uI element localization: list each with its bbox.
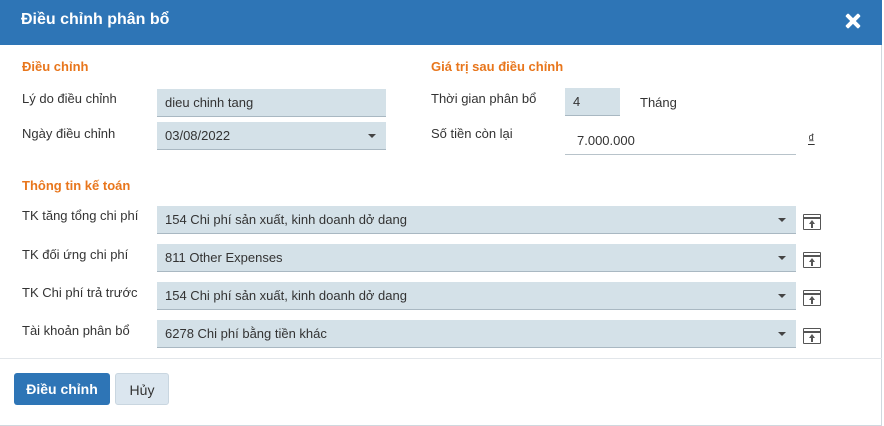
date-value: 03/08/2022 xyxy=(165,128,231,143)
row-label: Tài khoản phân bổ xyxy=(22,323,130,338)
row-label: TK đối ứng chi phí xyxy=(22,247,129,262)
account-select-offset[interactable]: 811 Other Expenses xyxy=(157,244,796,272)
currency-symbol: ₫ xyxy=(808,131,815,146)
cancel-button[interactable]: Hủy xyxy=(115,373,169,405)
accounting-section-title: Thông tin kế toán xyxy=(22,178,131,193)
dialog-title: Điều chỉnh phân bổ xyxy=(21,11,170,28)
account-value: 154 Chi phí sản xuất, kinh doanh dở dang xyxy=(165,288,407,303)
confirm-adjust-button[interactable]: Điều chỉnh xyxy=(14,373,110,405)
account-value: 6278 Chi phí bằng tiền khác xyxy=(165,326,327,341)
account-value: 154 Chi phí sản xuất, kinh doanh dở dang xyxy=(165,212,407,227)
account-select-allocation[interactable]: 6278 Chi phí bằng tiền khác xyxy=(157,320,796,348)
open-picker-icon[interactable] xyxy=(803,214,821,230)
open-picker-icon[interactable] xyxy=(803,290,821,306)
row-label: TK Chi phí trả trước xyxy=(22,285,138,300)
adjust-allocation-dialog: Điều chỉnh phân bổ Điều chỉnh Lý do điều… xyxy=(0,0,882,426)
open-picker-icon[interactable] xyxy=(803,252,821,268)
after-section-title: Giá trị sau điều chỉnh xyxy=(431,59,564,74)
account-select-increase[interactable]: 154 Chi phí sản xuất, kinh doanh dở dang xyxy=(157,206,796,234)
period-unit: Tháng xyxy=(640,95,677,110)
reason-input[interactable]: dieu chinh tang xyxy=(157,89,386,117)
reason-label: Lý do điều chỉnh xyxy=(22,91,117,106)
open-picker-icon[interactable] xyxy=(803,328,821,344)
date-select[interactable]: 03/08/2022 xyxy=(157,122,386,150)
remaining-label: Số tiền còn lại xyxy=(431,126,513,141)
date-label: Ngày điều chỉnh xyxy=(22,126,116,141)
remaining-amount: 7.000.000 xyxy=(565,127,796,155)
close-icon[interactable] xyxy=(843,11,863,31)
row-label: TK tăng tổng chi phí xyxy=(22,208,139,223)
account-select-prepaid[interactable]: 154 Chi phí sản xuất, kinh doanh dở dang xyxy=(157,282,796,310)
period-label: Thời gian phân bổ xyxy=(431,91,537,106)
footer-divider xyxy=(0,358,882,359)
period-input[interactable]: 4 xyxy=(565,88,620,116)
account-value: 811 Other Expenses xyxy=(165,250,283,265)
adjust-section-title: Điều chỉnh xyxy=(22,59,89,74)
dialog-header: Điều chỉnh phân bổ xyxy=(0,0,882,45)
